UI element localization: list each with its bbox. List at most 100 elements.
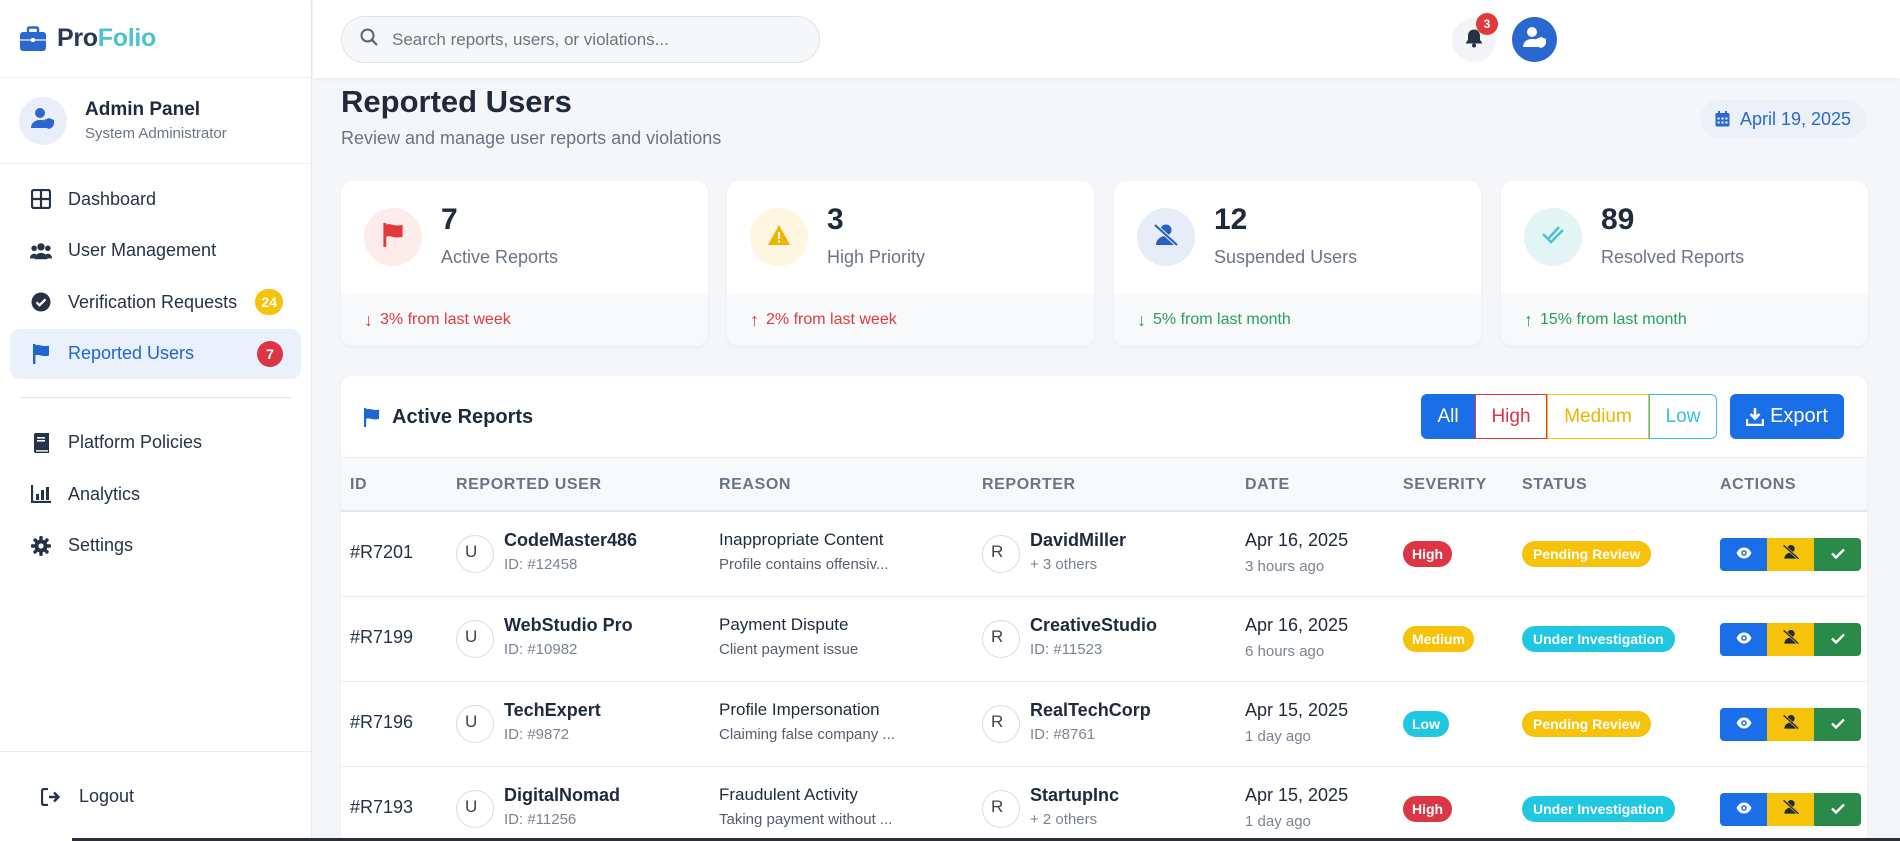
verification-count-badge: 24: [255, 289, 283, 315]
reporter-sub: + 2 others: [1030, 811, 1098, 828]
stat-icon-wrap: [1137, 208, 1195, 266]
sidebar-item-platform-policies[interactable]: Platform Policies: [10, 418, 301, 468]
reporter-name[interactable]: CreativeStudio: [1030, 615, 1157, 636]
view-report-button[interactable]: [1720, 538, 1767, 571]
dashboard-grid-icon: [30, 188, 52, 210]
reason-cell: Fraudulent Activity Taking payment withou…: [719, 785, 892, 828]
sidebar-item-analytics[interactable]: Analytics: [10, 469, 301, 519]
double-check-icon: [1541, 225, 1565, 250]
column-header-reporter[interactable]: REPORTER: [982, 476, 1076, 494]
sidebar-item-label: User Management: [68, 240, 217, 260]
sidebar-item-settings[interactable]: Settings: [10, 521, 301, 571]
stat-icon-wrap: [750, 208, 808, 266]
logout-label: Logout: [79, 786, 135, 806]
admin-profile: Admin Panel System Administrator: [0, 78, 311, 164]
column-header-status[interactable]: STATUS: [1522, 476, 1587, 494]
suspend-user-button[interactable]: [1767, 538, 1814, 571]
sidebar-item-verification-requests[interactable]: Verification Requests 24: [10, 277, 301, 327]
suspend-user-button[interactable]: [1767, 708, 1814, 741]
reported-user-id: ID: #10982: [504, 641, 578, 658]
reason-cell: Profile Impersonation Claiming false comp…: [719, 700, 895, 743]
severity-cell: High: [1403, 541, 1453, 567]
resolve-report-button[interactable]: [1814, 623, 1861, 656]
stat-card-active-reports: 7 Active Reports ↓ 3% from last week: [341, 181, 708, 346]
report-id: #R7201: [350, 542, 414, 562]
sidebar-item-label: Analytics: [68, 483, 141, 504]
resolve-report-button[interactable]: [1814, 708, 1861, 741]
sidebar-item-user-management[interactable]: User Management: [10, 226, 301, 276]
filter-all-button[interactable]: All: [1421, 394, 1475, 439]
stat-card-high-priority: 3 High Priority ↑ 2% from last week: [727, 181, 1094, 346]
severity-badge: High: [1403, 541, 1453, 567]
user-shield-icon: [31, 107, 55, 134]
suspend-user-button[interactable]: [1767, 623, 1814, 656]
avatar: R: [982, 790, 1020, 828]
reason-title: Profile Impersonation: [719, 700, 880, 719]
reason-detail: Profile contains offensiv...: [719, 556, 889, 573]
filter-high-button[interactable]: High: [1475, 394, 1547, 439]
reported-user-name[interactable]: TechExpert: [504, 700, 601, 721]
reported-user-id: ID: #12458: [504, 556, 578, 573]
logout-button[interactable]: Logout: [0, 751, 311, 841]
report-id: #R7196: [350, 712, 414, 732]
sidebar-item-label: Verification Requests: [68, 291, 238, 312]
resolve-report-button[interactable]: [1814, 538, 1861, 571]
stat-trend: ↓ 5% from last month: [1114, 294, 1481, 346]
reported-user-name[interactable]: CodeMaster486: [504, 530, 637, 551]
table-row[interactable]: #R7193 U DigitalNomad ID: #11256 Fraudulent …: [341, 767, 1867, 841]
column-header-reason[interactable]: REASON: [719, 476, 791, 494]
suspend-user-button[interactable]: [1767, 793, 1814, 826]
reported-user-name[interactable]: DigitalNomad: [504, 785, 620, 806]
report-time-ago: 3 hours ago: [1245, 558, 1325, 575]
eye-icon: [1736, 546, 1752, 564]
search-bar[interactable]: [341, 16, 820, 63]
filter-low-button[interactable]: Low: [1649, 394, 1717, 439]
brand[interactable]: ProFolio: [0, 0, 311, 78]
reported-user-id: ID: #11256: [504, 811, 577, 828]
avatar: U: [456, 620, 494, 658]
check-circle-icon: [30, 291, 52, 313]
reported-user-name[interactable]: WebStudio Pro: [504, 615, 633, 636]
book-icon: [30, 432, 52, 454]
logout-icon: [41, 787, 61, 807]
warning-icon: [767, 224, 791, 251]
column-header-reported-user[interactable]: REPORTED USER: [456, 476, 602, 494]
reporter-sub: ID: #11523: [1030, 641, 1103, 658]
reporter-name[interactable]: StartupInc: [1030, 785, 1119, 806]
sidebar-item-reported-users[interactable]: Reported Users 7: [10, 328, 301, 379]
eye-icon: [1736, 716, 1752, 734]
reason-cell: Inappropriate Content Profile contains of…: [719, 530, 889, 573]
view-report-button[interactable]: [1720, 708, 1767, 741]
admin-name: Admin Panel: [85, 99, 201, 120]
status-cell: Under Investigation: [1522, 626, 1675, 652]
report-id: #R7193: [350, 797, 414, 817]
view-report-button[interactable]: [1720, 793, 1767, 826]
column-header-severity[interactable]: SEVERITY: [1403, 476, 1487, 494]
search-input[interactable]: [392, 29, 792, 50]
reason-title: Inappropriate Content: [719, 530, 884, 549]
severity-badge: Medium: [1403, 626, 1474, 652]
stat-value: 7: [441, 203, 458, 236]
column-header-id[interactable]: ID: [350, 476, 367, 494]
stat-trend: ↑ 2% from last week: [727, 294, 1094, 346]
user-menu-button[interactable]: [1512, 17, 1557, 62]
table-row[interactable]: #R7199 U WebStudio Pro ID: #10982 Payment Di…: [341, 597, 1867, 682]
table-row[interactable]: #R7196 U TechExpert ID: #9872 Profile Impers…: [341, 682, 1867, 767]
reporter-cell: R StartupInc + 2 others: [982, 785, 1119, 828]
export-button[interactable]: Export: [1730, 394, 1844, 439]
reported-count-badge: 7: [257, 340, 283, 367]
column-header-date[interactable]: DATE: [1245, 476, 1290, 494]
user-slash-icon: [1782, 629, 1800, 650]
user-slash-icon: [1782, 799, 1800, 820]
reporter-name[interactable]: DavidMiller: [1030, 530, 1126, 551]
reporter-name[interactable]: RealTechCorp: [1030, 700, 1151, 721]
avatar: U: [456, 535, 494, 573]
severity-badge: Low: [1403, 711, 1449, 737]
filter-medium-button[interactable]: Medium: [1547, 394, 1649, 439]
table-row[interactable]: #R7201 U CodeMaster486 ID: #12458 Inappropri…: [341, 512, 1867, 597]
resolve-report-button[interactable]: [1814, 793, 1861, 826]
date-display: April 19, 2025: [1700, 100, 1866, 138]
status-cell: Pending Review: [1522, 711, 1652, 737]
sidebar-item-dashboard[interactable]: Dashboard: [10, 174, 301, 224]
view-report-button[interactable]: [1720, 623, 1767, 656]
